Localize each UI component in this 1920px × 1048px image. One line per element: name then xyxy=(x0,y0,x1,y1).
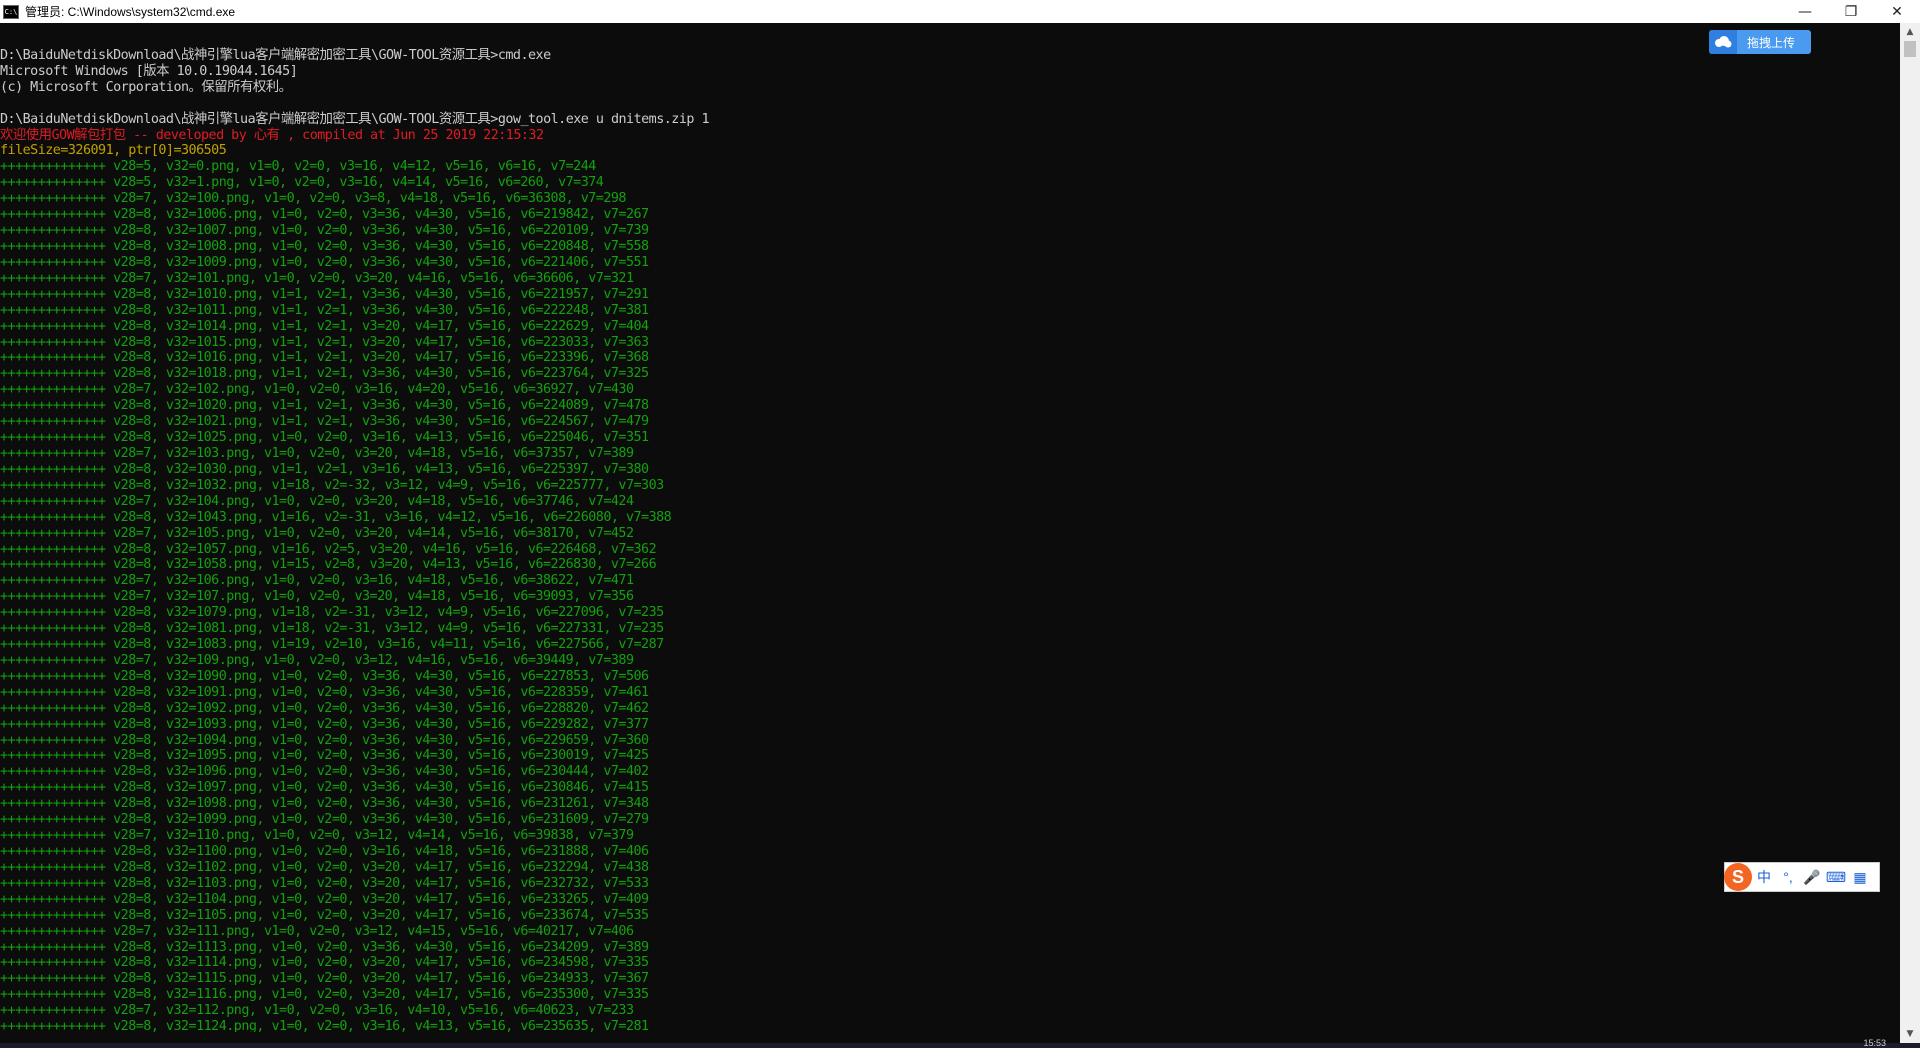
ime-toolbox-icon[interactable]: ▦ xyxy=(1848,869,1872,886)
console-line: ++++++++++++++ v28=8, v32=1114.png, v1=0… xyxy=(0,955,649,971)
console-line: ++++++++++++++ v28=8, v32=1124.png, v1=0… xyxy=(0,1019,649,1032)
ime-toolbar[interactable]: S 中 °, 🎤 ⌨ ▦ xyxy=(1724,862,1880,892)
console-line: ++++++++++++++ v28=8, v32=1099.png, v1=0… xyxy=(0,812,649,828)
console-line: ++++++++++++++ v28=7, v32=102.png, v1=0,… xyxy=(0,382,634,398)
baidu-cloud-icon xyxy=(1709,30,1737,54)
console-line: 欢迎使用GOW解包打包 -- developed by 心有 , compile… xyxy=(0,127,544,143)
console-line: ++++++++++++++ v28=8, v32=1058.png, v1=1… xyxy=(0,557,657,573)
console-line: ++++++++++++++ v28=8, v32=1092.png, v1=0… xyxy=(0,700,649,716)
console-line: ++++++++++++++ v28=5, v32=0.png, v1=0, v… xyxy=(0,159,596,175)
window-controls: — ❐ ✕ xyxy=(1782,0,1920,23)
console-line: ++++++++++++++ v28=8, v32=1007.png, v1=0… xyxy=(0,223,649,239)
window-titlebar[interactable]: C:\ 管理员: C:\Windows\system32\cmd.exe — ❐… xyxy=(0,0,1920,23)
console-line: ++++++++++++++ v28=8, v32=1102.png, v1=0… xyxy=(0,859,649,875)
console-line: ++++++++++++++ v28=8, v32=1096.png, v1=0… xyxy=(0,764,649,780)
vertical-scrollbar[interactable]: ▲ ▼ xyxy=(1900,23,1920,1043)
console-line: ++++++++++++++ v28=7, v32=103.png, v1=0,… xyxy=(0,445,634,461)
ime-chinese-mode[interactable]: 中 xyxy=(1752,867,1776,887)
minimize-button[interactable]: — xyxy=(1782,0,1828,23)
console-line: ++++++++++++++ v28=7, v32=107.png, v1=0,… xyxy=(0,589,634,605)
console-line: fileSize=326091, ptr[0]=306505 xyxy=(0,143,227,159)
console-line: ++++++++++++++ v28=8, v32=1116.png, v1=0… xyxy=(0,987,649,1003)
console-line: ++++++++++++++ v28=8, v32=1008.png, v1=0… xyxy=(0,238,649,254)
console-line: ++++++++++++++ v28=8, v32=1006.png, v1=0… xyxy=(0,207,649,223)
console-line: ++++++++++++++ v28=8, v32=1025.png, v1=0… xyxy=(0,430,649,446)
console-line: ++++++++++++++ v28=8, v32=1057.png, v1=1… xyxy=(0,541,657,557)
console-line: ++++++++++++++ v28=8, v32=1115.png, v1=0… xyxy=(0,971,649,987)
console-line: Microsoft Windows [版本 10.0.19044.1645] xyxy=(0,63,298,79)
console-line: ++++++++++++++ v28=8, v32=1090.png, v1=0… xyxy=(0,668,649,684)
console-line: ++++++++++++++ v28=7, v32=101.png, v1=0,… xyxy=(0,270,634,286)
console-output[interactable]: D:\BaiduNetdiskDownload\战神引擎lua客户端解密加密工具… xyxy=(0,32,1900,1032)
console-line: ++++++++++++++ v28=8, v32=1094.png, v1=0… xyxy=(0,732,649,748)
ime-keyboard-icon[interactable]: ⌨ xyxy=(1824,869,1848,886)
sogou-logo-icon[interactable]: S xyxy=(1724,863,1752,891)
console-line: ++++++++++++++ v28=8, v32=1030.png, v1=1… xyxy=(0,461,649,477)
console-line: ++++++++++++++ v28=8, v32=1098.png, v1=0… xyxy=(0,796,649,812)
console-line: ++++++++++++++ v28=8, v32=1091.png, v1=0… xyxy=(0,684,649,700)
console-line: ++++++++++++++ v28=8, v32=1095.png, v1=0… xyxy=(0,748,649,764)
console-line: ++++++++++++++ v28=8, v32=1014.png, v1=1… xyxy=(0,318,649,334)
console-line: ++++++++++++++ v28=8, v32=1104.png, v1=0… xyxy=(0,891,649,907)
console-line: ++++++++++++++ v28=7, v32=109.png, v1=0,… xyxy=(0,652,634,668)
console-line: ++++++++++++++ v28=8, v32=1083.png, v1=1… xyxy=(0,637,664,653)
console-line: ++++++++++++++ v28=8, v32=1103.png, v1=0… xyxy=(0,875,649,891)
console-line: ++++++++++++++ v28=8, v32=1100.png, v1=0… xyxy=(0,844,649,860)
taskbar-clock: 15:53 xyxy=(1863,1038,1886,1048)
console-line: ++++++++++++++ v28=8, v32=1016.png, v1=1… xyxy=(0,350,649,366)
console-line: D:\BaiduNetdiskDownload\战神引擎lua客户端解密加密工具… xyxy=(0,47,551,63)
maximize-button[interactable]: ❐ xyxy=(1828,0,1874,23)
console-line: ++++++++++++++ v28=7, v32=111.png, v1=0,… xyxy=(0,923,634,939)
drag-upload-label: 拖拽上传 xyxy=(1747,35,1796,50)
cmd-app-icon: C:\ xyxy=(3,4,19,19)
console-line: ++++++++++++++ v28=7, v32=105.png, v1=0,… xyxy=(0,525,634,541)
console-line: ++++++++++++++ v28=8, v32=1009.png, v1=0… xyxy=(0,254,649,270)
ime-punctuation-icon[interactable]: °, xyxy=(1776,869,1800,885)
console-line: ++++++++++++++ v28=8, v32=1079.png, v1=1… xyxy=(0,605,664,621)
console-line: ++++++++++++++ v28=8, v32=1010.png, v1=1… xyxy=(0,286,649,302)
console-line: ++++++++++++++ v28=5, v32=1.png, v1=0, v… xyxy=(0,175,604,191)
scroll-up-arrow-icon[interactable]: ▲ xyxy=(1900,25,1920,39)
console-line: ++++++++++++++ v28=8, v32=1020.png, v1=1… xyxy=(0,398,649,414)
taskbar-edge xyxy=(0,1043,1920,1048)
console-line: ++++++++++++++ v28=8, v32=1081.png, v1=1… xyxy=(0,621,664,637)
console-line: ++++++++++++++ v28=8, v32=1043.png, v1=1… xyxy=(0,509,672,525)
close-button[interactable]: ✕ xyxy=(1874,0,1920,23)
console-line: ++++++++++++++ v28=8, v32=1097.png, v1=0… xyxy=(0,780,649,796)
console-line: ++++++++++++++ v28=7, v32=100.png, v1=0,… xyxy=(0,191,627,207)
console-line: ++++++++++++++ v28=8, v32=1093.png, v1=0… xyxy=(0,716,649,732)
console-line: ++++++++++++++ v28=8, v32=1011.png, v1=1… xyxy=(0,302,649,318)
console-line: D:\BaiduNetdiskDownload\战神引擎lua客户端解密加密工具… xyxy=(0,111,710,127)
scroll-down-arrow-icon[interactable]: ▼ xyxy=(1900,1027,1920,1041)
console-line: ++++++++++++++ v28=8, v32=1105.png, v1=0… xyxy=(0,907,649,923)
scrollbar-thumb[interactable] xyxy=(1904,41,1916,57)
console-line: ++++++++++++++ v28=7, v32=110.png, v1=0,… xyxy=(0,828,634,844)
ime-microphone-icon[interactable]: 🎤 xyxy=(1800,869,1824,886)
console-line: ++++++++++++++ v28=7, v32=106.png, v1=0,… xyxy=(0,573,634,589)
console-line: ++++++++++++++ v28=8, v32=1018.png, v1=1… xyxy=(0,366,649,382)
console-line: ++++++++++++++ v28=7, v32=112.png, v1=0,… xyxy=(0,1003,634,1019)
console-line: (c) Microsoft Corporation。保留所有权利。 xyxy=(0,79,292,95)
console-line: ++++++++++++++ v28=8, v32=1015.png, v1=1… xyxy=(0,334,649,350)
drag-upload-button[interactable]: 拖拽上传 xyxy=(1709,30,1811,54)
console-line: ++++++++++++++ v28=8, v32=1113.png, v1=0… xyxy=(0,939,649,955)
console-line: ++++++++++++++ v28=7, v32=104.png, v1=0,… xyxy=(0,493,634,509)
window-title: 管理员: C:\Windows\system32\cmd.exe xyxy=(25,5,236,19)
console-line: ++++++++++++++ v28=8, v32=1021.png, v1=1… xyxy=(0,414,649,430)
console-line: ++++++++++++++ v28=8, v32=1032.png, v1=1… xyxy=(0,477,664,493)
